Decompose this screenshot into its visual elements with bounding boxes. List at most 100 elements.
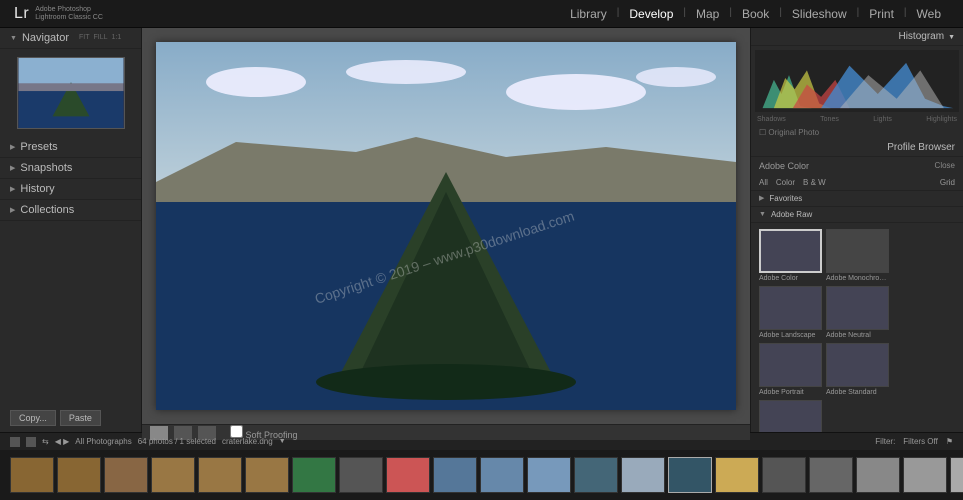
filter-lock-icon[interactable]: ⚑: [946, 437, 953, 446]
profile-close-link[interactable]: Close: [935, 161, 955, 170]
filmstrip-thumb[interactable]: [198, 457, 242, 493]
center-canvas-area: Copyright © 2019 – www.p30download.com S…: [142, 28, 750, 432]
filmstrip-thumb[interactable]: [104, 457, 148, 493]
filmstrip[interactable]: [0, 450, 963, 500]
left-bottom-buttons: Copy... Paste: [0, 404, 141, 432]
module-print[interactable]: Print: [861, 3, 902, 25]
original-photo-label: Original Photo: [768, 128, 819, 137]
filmstrip-thumb[interactable]: [292, 457, 336, 493]
module-slideshow[interactable]: Slideshow: [784, 3, 855, 25]
profile-browser-header[interactable]: Profile Browser: [751, 139, 963, 157]
logo-line2: Lightroom Classic CC: [35, 14, 103, 22]
filmstrip-thumb[interactable]: [621, 457, 665, 493]
filmstrip-thumb[interactable]: [386, 457, 430, 493]
nav-fit[interactable]: FIT: [79, 34, 90, 41]
module-develop[interactable]: Develop: [621, 3, 681, 25]
filters-off[interactable]: Filters Off: [903, 437, 938, 446]
grid-view-icon[interactable]: [10, 437, 20, 447]
chevron-right-icon: ▶: [10, 185, 15, 193]
filmstrip-thumb[interactable]: [903, 457, 947, 493]
app-logo: Lr Adobe Photoshop Lightroom Classic CC: [14, 5, 103, 23]
filmstrip-filename: craterlake.dng: [222, 437, 273, 446]
filmstrip-thumb[interactable]: [856, 457, 900, 493]
module-web[interactable]: Web: [909, 3, 949, 25]
profile-browser-title: Profile Browser: [887, 142, 955, 153]
navigator-panel-header[interactable]: ▼ Navigator FIT FILL 1:1: [0, 28, 141, 49]
snapshots-label: Snapshots: [20, 162, 72, 174]
main-photo: Copyright © 2019 – www.p30download.com: [156, 42, 736, 410]
histogram-title: Histogram: [898, 31, 944, 42]
filmstrip-count: 64 photos / 1 selected: [138, 437, 216, 446]
history-label: History: [20, 183, 54, 195]
filmstrip-thumb[interactable]: [10, 457, 54, 493]
snapshots-panel[interactable]: ▶ Snapshots: [0, 158, 141, 179]
logo-mark: Lr: [14, 5, 29, 23]
profile-adobe-neutral[interactable]: Adobe Neutral: [826, 286, 889, 339]
filmstrip-source[interactable]: All Photographs: [75, 437, 131, 446]
filter-all[interactable]: All: [759, 178, 768, 187]
presets-panel[interactable]: ▶ Presets: [0, 137, 141, 158]
nav-1to1[interactable]: 1:1: [112, 34, 122, 41]
profile-adobe-landscape[interactable]: Adobe Landscape: [759, 286, 822, 339]
chevron-down-icon: ▼: [759, 211, 766, 218]
nav-arrow-icon[interactable]: ◀ ▶: [55, 437, 70, 446]
filter-color[interactable]: Color: [776, 178, 795, 187]
profile-adobe-monochrome[interactable]: Adobe Monochrome: [826, 229, 889, 282]
history-panel[interactable]: ▶ History: [0, 179, 141, 200]
filmstrip-thumb[interactable]: [151, 457, 195, 493]
adobe-raw-section[interactable]: ▼Adobe Raw: [751, 207, 963, 223]
filmstrip-thumb[interactable]: [574, 457, 618, 493]
logo-line1: Adobe Photoshop: [35, 6, 103, 14]
image-canvas[interactable]: Copyright © 2019 – www.p30download.com: [142, 28, 750, 424]
module-picker: Library| Develop| Map| Book| Slideshow| …: [562, 3, 949, 25]
profile-selected: Adobe Color: [759, 161, 809, 171]
profile-adobe-standard[interactable]: Adobe Standard: [826, 343, 889, 396]
collections-label: Collections: [20, 204, 74, 216]
profile-adobe-color[interactable]: Adobe Color: [759, 229, 822, 282]
filmstrip-thumb[interactable]: [480, 457, 524, 493]
histogram-zone-labels: Shadows Tones Lights Highlights: [751, 116, 963, 126]
filmstrip-thumb[interactable]: [809, 457, 853, 493]
module-map[interactable]: Map: [688, 3, 727, 25]
left-panel: ▼ Navigator FIT FILL 1:1 ▶ Presets ▶ Snaps…: [0, 28, 142, 432]
paste-button[interactable]: Paste: [60, 410, 101, 426]
filmstrip-thumb[interactable]: [57, 457, 101, 493]
filmstrip-thumb-active[interactable]: [668, 457, 712, 493]
filmstrip-thumb[interactable]: [339, 457, 383, 493]
filmstrip-thumb[interactable]: [527, 457, 571, 493]
original-photo-row[interactable]: ☐ Original Photo: [751, 126, 963, 139]
filter-grid[interactable]: Grid: [940, 178, 955, 187]
profile-grid: Adobe Color Adobe Monochrome Adobe Lands…: [751, 223, 963, 432]
navigator-preview[interactable]: [17, 57, 125, 129]
favorites-section[interactable]: ▶Favorites: [751, 191, 963, 207]
navigator-title: Navigator: [22, 32, 69, 44]
histogram-header[interactable]: Histogram▼: [751, 28, 963, 46]
main-area: ▼ Navigator FIT FILL 1:1 ▶ Presets ▶ Snaps…: [0, 28, 963, 432]
profile-filter-row: All Color B & W Grid: [751, 175, 963, 191]
module-book[interactable]: Book: [734, 3, 777, 25]
chevron-down-icon: ▼: [10, 35, 17, 42]
profile-adobe-portrait[interactable]: Adobe Portrait: [759, 343, 822, 396]
secondary-display-icon[interactable]: [26, 437, 36, 447]
collections-panel[interactable]: ▶Collections: [0, 200, 141, 221]
filmstrip-thumb[interactable]: [950, 457, 963, 493]
filmstrip-thumb[interactable]: [715, 457, 759, 493]
module-library[interactable]: Library: [562, 3, 615, 25]
filter-bw[interactable]: B & W: [803, 178, 826, 187]
profile-selected-row: Adobe Color Close: [751, 157, 963, 175]
filmstrip-thumb[interactable]: [762, 457, 806, 493]
chevron-right-icon: ▶: [10, 143, 15, 151]
filmstrip-thumb[interactable]: [245, 457, 289, 493]
app-topbar: Lr Adobe Photoshop Lightroom Classic CC …: [0, 0, 963, 28]
logo-subtitle: Adobe Photoshop Lightroom Classic CC: [35, 6, 103, 21]
double-arrow-icon[interactable]: ⇆: [42, 437, 49, 446]
profile-adobe-vivid[interactable]: Adobe Vivid: [759, 400, 822, 432]
chevron-down-icon[interactable]: ▼: [279, 438, 286, 445]
histogram-chart[interactable]: [755, 50, 959, 112]
chevron-right-icon: ▶: [10, 164, 15, 172]
presets-label: Presets: [20, 141, 57, 153]
right-panel: Histogram▼ Shadows Tones Lights Highligh…: [750, 28, 963, 432]
filmstrip-thumb[interactable]: [433, 457, 477, 493]
copy-button[interactable]: Copy...: [10, 410, 56, 426]
nav-fill[interactable]: FILL: [94, 34, 108, 41]
